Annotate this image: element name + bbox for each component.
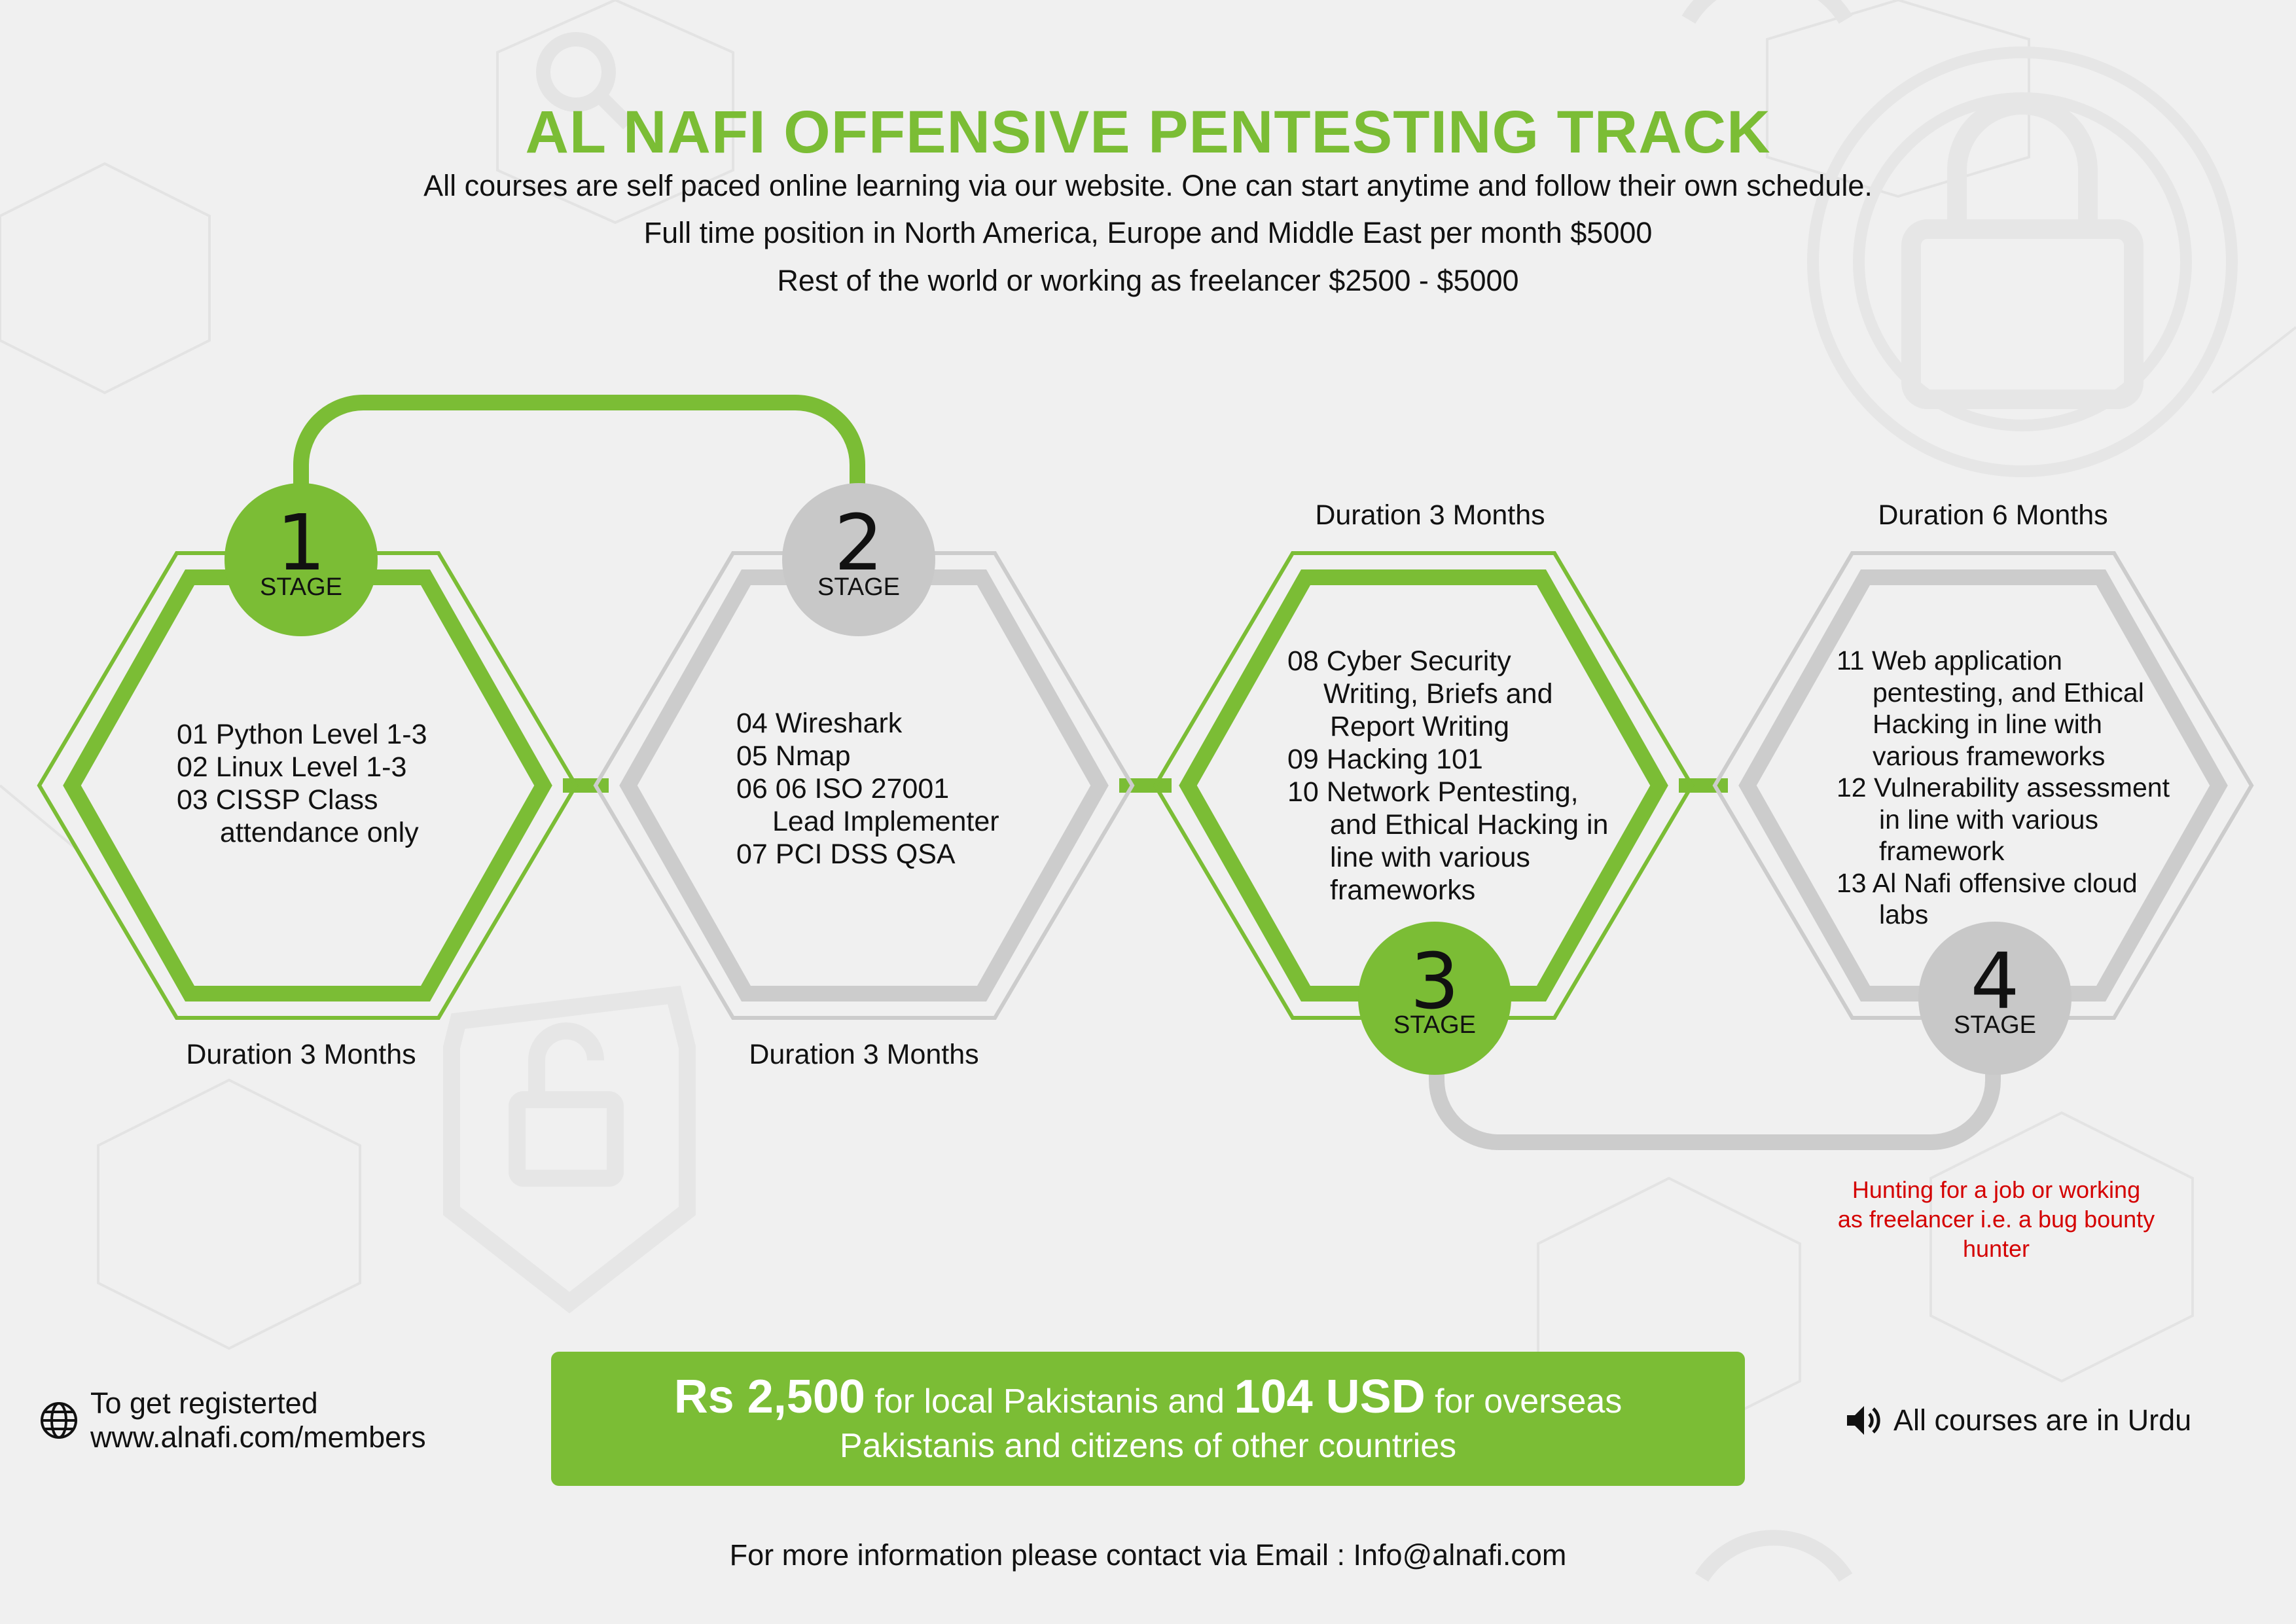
stage-3-number: 3 bbox=[1410, 936, 1460, 1026]
course-item: 07 PCI DSS QSA bbox=[736, 839, 956, 870]
course-item: and Ethical Hacking in bbox=[1330, 809, 1609, 840]
course-item: 10 Network Pentesting, bbox=[1287, 776, 1579, 808]
subtitle-full-time-salary: Full time position in North America, Eur… bbox=[643, 216, 1653, 249]
stage-4-number: 4 bbox=[1970, 936, 2020, 1026]
job-hunting-note: Hunting for a job or working as freelanc… bbox=[1754, 1175, 2238, 1263]
course-item: Writing, Briefs and bbox=[1323, 678, 1553, 710]
course-item: 08 Cyber Security bbox=[1287, 645, 1511, 677]
price-overseas-amount: 104 USD bbox=[1234, 1371, 1426, 1423]
course-item: 09 Hacking 101 bbox=[1287, 744, 1483, 775]
course-item: Hacking in line with bbox=[1873, 709, 2102, 739]
stage-1-course-list: 01 Python Level 1-3 02 Linux Level 1-3 0… bbox=[177, 718, 427, 849]
price-banner: Rs 2,500 for local Pakistanis and 104 US… bbox=[551, 1352, 1745, 1486]
speaker-icon bbox=[1847, 1406, 1880, 1435]
arch-stage3-stage4 bbox=[1429, 1060, 2001, 1150]
contact-footer: For more information please contact via … bbox=[729, 1538, 1567, 1572]
price-local-amount: Rs 2,500 bbox=[673, 1371, 865, 1423]
price-overseas-text: for overseas bbox=[1435, 1382, 1623, 1420]
course-item: Lead Implementer bbox=[772, 806, 999, 837]
course-item: 02 Linux Level 1-3 bbox=[177, 751, 407, 783]
stage-4-label: STAGE bbox=[1954, 1011, 2036, 1039]
language-note: All courses are in Urdu bbox=[1893, 1403, 2192, 1437]
job-note-line: Hunting for a job or working bbox=[1852, 1176, 2141, 1203]
registration-link[interactable]: www.alnafi.com/members bbox=[90, 1420, 426, 1454]
stage-3-course-list: 08 Cyber Security Writing, Briefs and Re… bbox=[1287, 645, 1608, 907]
course-item: 04 Wireshark bbox=[736, 708, 903, 739]
subtitle-freelance-salary: Rest of the world or working as freelanc… bbox=[777, 264, 1519, 297]
course-item: 12 Vulnerability assessment bbox=[1837, 772, 2170, 803]
course-item: 01 Python Level 1-3 bbox=[177, 719, 427, 750]
stage-3-duration: Duration 3 Months bbox=[1315, 499, 1545, 531]
arch-stage1-stage2 bbox=[293, 395, 865, 504]
course-item: 13 Al Nafi offensive cloud bbox=[1837, 867, 2138, 898]
price-local-text: for local Pakistanis and bbox=[874, 1382, 1225, 1420]
stage-4-duration: Duration 6 Months bbox=[1878, 499, 2108, 531]
price-line-2: Pakistanis and citizens of other countri… bbox=[839, 1427, 1457, 1465]
subtitle-self-paced: All courses are self paced online learni… bbox=[423, 169, 1873, 202]
registration-label: To get registerted bbox=[90, 1386, 318, 1420]
course-item: 11 Web application bbox=[1837, 645, 2062, 676]
course-item: pentesting, and Ethical bbox=[1873, 677, 2144, 708]
course-item: framework bbox=[1879, 836, 2005, 866]
course-item: attendance only bbox=[220, 817, 419, 848]
course-item: Report Writing bbox=[1330, 711, 1510, 742]
stage-2-label: STAGE bbox=[817, 573, 900, 601]
stage-1-label: STAGE bbox=[260, 573, 342, 601]
course-item: line with various bbox=[1330, 842, 1530, 873]
stage-2-number: 2 bbox=[834, 497, 884, 588]
stage-3-label: STAGE bbox=[1393, 1011, 1476, 1039]
price-line-1: Rs 2,500 for local Pakistanis and 104 US… bbox=[551, 1370, 1745, 1424]
stage-1-duration: Duration 3 Months bbox=[186, 1039, 416, 1070]
job-note-line: hunter bbox=[1962, 1235, 2030, 1262]
course-item: 06 06 ISO 27001 bbox=[736, 773, 950, 804]
stage-2-duration: Duration 3 Months bbox=[749, 1039, 979, 1070]
course-item: various frameworks bbox=[1873, 740, 2106, 771]
course-item: 03 CISSP Class bbox=[177, 784, 378, 816]
course-item: labs bbox=[1879, 899, 1929, 929]
page-title: AL NAFI OFFENSIVE PENTESTING TRACK bbox=[525, 99, 1771, 166]
registration-info: To get registerted www.alnafi.com/member… bbox=[90, 1386, 426, 1454]
course-item: 05 Nmap bbox=[736, 740, 851, 772]
course-item: in line with various bbox=[1879, 804, 2098, 835]
course-item: frameworks bbox=[1330, 875, 1476, 906]
job-note-line: as freelancer i.e. a bug bounty bbox=[1837, 1206, 2155, 1233]
globe-icon bbox=[41, 1402, 77, 1439]
stage-1-number: 1 bbox=[276, 497, 326, 588]
stage-4-course-list: 11 Web application pentesting, and Ethic… bbox=[1837, 645, 2170, 931]
stage-2-course-list: 04 Wireshark 05 Nmap 06 06 ISO 27001 Lea… bbox=[736, 707, 999, 871]
